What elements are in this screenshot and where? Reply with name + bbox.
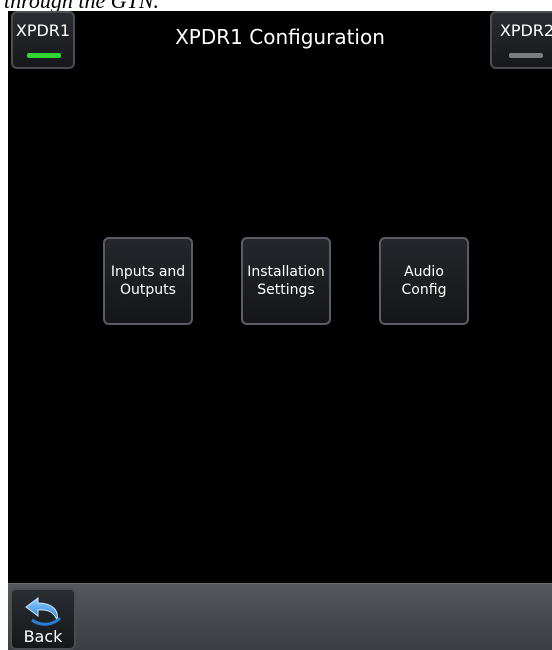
- back-label: Back: [23, 627, 63, 646]
- page-title: XPDR1 Configuration: [175, 25, 385, 49]
- inputs-and-outputs-button[interactable]: Inputs and Outputs: [103, 237, 193, 325]
- audio-config-button[interactable]: Audio Config: [379, 237, 469, 325]
- page: through the GTN. XPDR1 Configuration XPD…: [0, 0, 552, 650]
- audio-config-label: Audio Config: [401, 264, 447, 298]
- xpdr2-label: XPDR2: [499, 21, 552, 40]
- xpdr1-button[interactable]: XPDR1: [11, 11, 75, 69]
- xpdr1-active-indicator: [27, 53, 61, 58]
- xpdr1-label: XPDR1: [15, 21, 71, 40]
- back-arrow-icon: [25, 597, 62, 626]
- gtn-screen: XPDR1 Configuration XPDR1 XPDR2 Inputs a…: [8, 11, 552, 650]
- bottom-bar: Back: [8, 583, 552, 650]
- back-button[interactable]: Back: [10, 588, 76, 650]
- inputs-and-outputs-label: Inputs and Outputs: [110, 264, 186, 298]
- xpdr2-button[interactable]: XPDR2: [490, 11, 552, 69]
- xpdr2-inactive-indicator: [509, 53, 543, 58]
- installation-settings-label: Installation Settings: [247, 264, 325, 298]
- installation-settings-button[interactable]: Installation Settings: [241, 237, 331, 325]
